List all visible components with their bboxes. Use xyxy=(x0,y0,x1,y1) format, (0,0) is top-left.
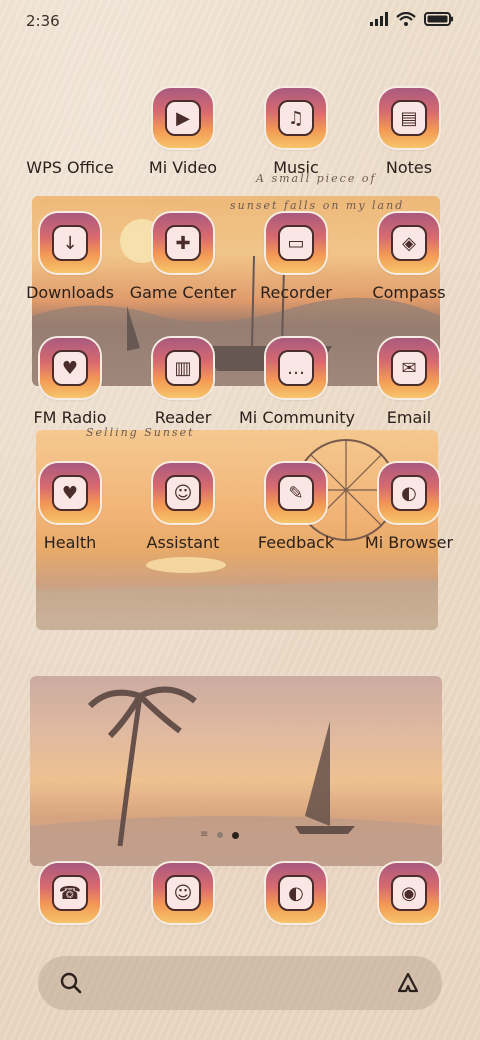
app-email[interactable]: ✉ Email xyxy=(352,338,466,427)
camera-icon: ◉ xyxy=(379,863,439,923)
status-bar: 2:36 xyxy=(0,0,480,44)
app-label: Downloads xyxy=(26,283,114,302)
signal-icon xyxy=(370,12,388,26)
dock-messages[interactable]: ☺ xyxy=(126,863,240,923)
reader-icon-glyph: ▥ xyxy=(165,350,201,386)
downloads-icon: ↓ xyxy=(40,213,100,273)
compass-icon: ◈ xyxy=(379,213,439,273)
phone-icon-glyph: ☎ xyxy=(52,875,88,911)
app-mi-community[interactable]: … Mi Community xyxy=(239,338,355,427)
app-label: FM Radio xyxy=(33,408,107,427)
game-center-icon: ✚ xyxy=(153,213,213,273)
reader-icon: ▥ xyxy=(153,338,213,398)
app-feedback[interactable]: ✎ Feedback xyxy=(239,463,353,552)
app-label: Email xyxy=(386,408,432,427)
recorder-icon: ▭ xyxy=(266,213,326,273)
battery-icon xyxy=(424,12,453,26)
page-indicator[interactable]: ≡ xyxy=(200,829,240,840)
app-label: Mi Community xyxy=(239,408,355,427)
dock-phone[interactable]: ☎ xyxy=(13,863,127,923)
app-assistant[interactable]: ☺ Assistant xyxy=(126,463,240,552)
app-notes[interactable]: ▤ Notes xyxy=(352,88,466,177)
search-icon xyxy=(60,972,82,994)
phone-icon: ☎ xyxy=(40,863,100,923)
search-bar[interactable] xyxy=(38,956,442,1010)
app-label: WPS Office xyxy=(26,158,114,177)
app-label: Mi Video xyxy=(148,158,218,177)
messages-icon-glyph: ☺ xyxy=(165,875,201,911)
notes-icon: ▤ xyxy=(379,88,439,148)
notes-icon-glyph: ▤ xyxy=(391,100,427,136)
game-center-icon-glyph: ✚ xyxy=(165,225,201,261)
app-label: Recorder xyxy=(260,283,332,302)
mi-browser-icon: ◐ xyxy=(379,463,439,523)
messages-icon: ☺ xyxy=(153,863,213,923)
health-icon-glyph: ♥ xyxy=(52,475,88,511)
email-icon: ✉ xyxy=(379,338,439,398)
app-music[interactable]: ♫ Music xyxy=(239,88,353,177)
assistant-icon-glyph: ☺ xyxy=(165,475,201,511)
page-dot-current xyxy=(232,831,240,839)
music-icon: ♫ xyxy=(266,88,326,148)
dock-camera[interactable]: ◉ xyxy=(352,863,466,923)
mi-video-icon-glyph: ▶ xyxy=(165,100,201,136)
handwriting-line-2: sunset falls on my land xyxy=(230,199,405,212)
app-fm-radio[interactable]: ♥ FM Radio xyxy=(13,338,127,427)
mi-browser-icon-glyph: ◐ xyxy=(391,475,427,511)
app-wps-office[interactable]: WPS Office xyxy=(13,88,127,177)
browser-icon-glyph: ◐ xyxy=(278,875,314,911)
app-label: Feedback xyxy=(257,533,335,552)
app-label: Health xyxy=(43,533,97,552)
app-health[interactable]: ♥ Health xyxy=(13,463,127,552)
browser-icon: ◐ xyxy=(266,863,326,923)
app-downloads[interactable]: ↓ Downloads xyxy=(13,213,127,302)
wifi-icon xyxy=(396,12,416,26)
assistant-icon: ☺ xyxy=(153,463,213,523)
camera-icon-glyph: ◉ xyxy=(391,875,427,911)
email-icon-glyph: ✉ xyxy=(391,350,427,386)
app-compass[interactable]: ◈ Compass xyxy=(352,213,466,302)
app-mi-video[interactable]: ▶ Mi Video xyxy=(126,88,240,177)
assistant-triangle-icon[interactable] xyxy=(396,971,420,995)
app-label: Mi Browser xyxy=(364,533,454,552)
music-icon-glyph: ♫ xyxy=(278,100,314,136)
compass-icon-glyph: ◈ xyxy=(391,225,427,261)
fm-radio-icon-glyph: ♥ xyxy=(52,350,88,386)
page-list-icon: ≡ xyxy=(200,829,209,840)
clock: 2:36 xyxy=(26,12,60,30)
app-reader[interactable]: ▥ Reader xyxy=(126,338,240,427)
page-dot xyxy=(217,832,224,838)
health-icon: ♥ xyxy=(40,463,100,523)
dock-browser[interactable]: ◐ xyxy=(239,863,353,923)
recorder-icon-glyph: ▭ xyxy=(278,225,314,261)
mi-video-icon: ▶ xyxy=(153,88,213,148)
app-recorder[interactable]: ▭ Recorder xyxy=(239,213,353,302)
handwriting-line-3: Selling Sunset xyxy=(86,426,195,439)
feedback-icon: ✎ xyxy=(266,463,326,523)
feedback-icon-glyph: ✎ xyxy=(278,475,314,511)
mi-community-icon: … xyxy=(266,338,326,398)
downloads-icon-glyph: ↓ xyxy=(52,225,88,261)
app-game-center[interactable]: ✚ Game Center xyxy=(126,213,240,302)
app-label: Game Center xyxy=(129,283,237,302)
mi-community-icon-glyph: … xyxy=(278,350,314,386)
fm-radio-icon: ♥ xyxy=(40,338,100,398)
app-label: Assistant xyxy=(146,533,220,552)
app-label: Reader xyxy=(154,408,212,427)
app-mi-browser[interactable]: ◐ Mi Browser xyxy=(352,463,466,552)
app-label: Notes xyxy=(385,158,433,177)
app-label: Music xyxy=(273,158,319,177)
app-label: Compass xyxy=(372,283,446,302)
